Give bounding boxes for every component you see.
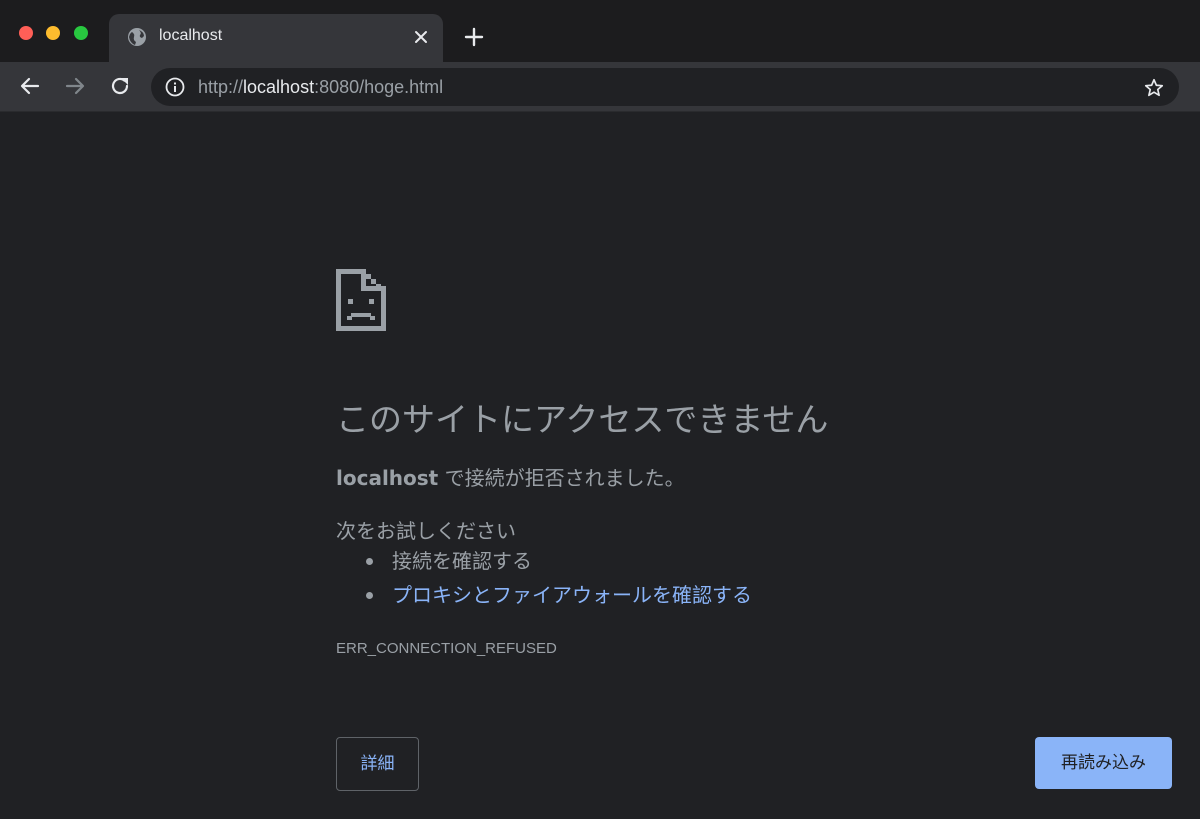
globe-icon: [128, 28, 146, 46]
toolbar: http://localhost:8080/hoge.html: [0, 62, 1200, 112]
error-heading: このサイトにアクセスできません: [336, 400, 829, 439]
suggestion-list: 接続を確認する プロキシとファイアウォールを確認する: [366, 549, 752, 617]
close-window-button[interactable]: [19, 26, 33, 40]
close-icon[interactable]: [413, 29, 429, 45]
reload-button[interactable]: 再読み込み: [1035, 737, 1172, 789]
star-icon[interactable]: [1143, 77, 1165, 99]
suggestion-link-text[interactable]: プロキシとファイアウォールを確認する: [392, 583, 752, 607]
suggestion-check-proxy-firewall-link[interactable]: プロキシとファイアウォールを確認する: [366, 583, 752, 617]
url-suffix: :8080/hoge.html: [314, 77, 444, 97]
error-message: localhost で接続が拒否されました。: [336, 462, 685, 491]
reload-icon[interactable]: [108, 74, 132, 98]
error-code: ERR_CONNECTION_REFUSED: [336, 640, 557, 657]
bullet-icon: [366, 558, 373, 565]
url-text: http://localhost:8080/hoge.html: [198, 77, 443, 98]
error-page: このサイトにアクセスできません localhost で接続が拒否されました。 次…: [0, 113, 1200, 819]
suggestion-check-connection: 接続を確認する: [366, 549, 752, 583]
try-label: 次をお試しください: [336, 519, 516, 543]
error-host: localhost: [336, 466, 439, 490]
tab-title: localhost: [159, 27, 223, 44]
suggestion-text: 接続を確認する: [392, 549, 532, 573]
url-prefix: http://: [198, 77, 244, 97]
minimize-window-button[interactable]: [46, 26, 60, 40]
url-host: localhost: [243, 77, 315, 97]
arrow-left-icon[interactable]: [18, 74, 42, 98]
tab-localhost[interactable]: localhost: [109, 14, 443, 62]
details-button[interactable]: 詳細: [336, 737, 419, 791]
bullet-icon: [366, 592, 373, 599]
address-bar[interactable]: http://localhost:8080/hoge.html: [151, 68, 1179, 106]
browser-window: localhost http://localhost:8080/hoge.htm…: [0, 0, 1200, 819]
new-tab-icon[interactable]: [462, 25, 486, 49]
info-icon[interactable]: [165, 77, 185, 97]
tab-strip: localhost: [0, 0, 1200, 62]
arrow-right-icon[interactable]: [63, 74, 87, 98]
error-message-text: で接続が拒否されました。: [438, 466, 685, 490]
maximize-window-button[interactable]: [74, 26, 88, 40]
sad-document-icon: [336, 269, 386, 331]
